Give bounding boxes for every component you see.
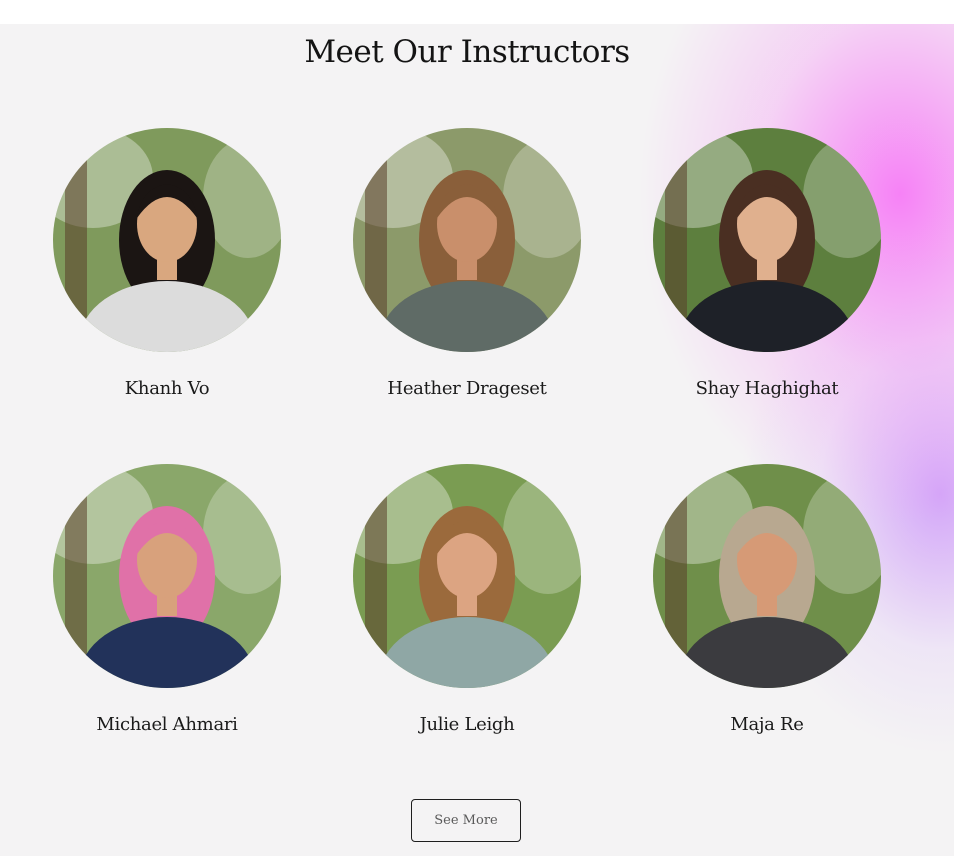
portrait-illustration	[653, 464, 881, 688]
instructor-card[interactable]: Julie Leigh	[353, 464, 581, 735]
section-title: Meet Our Instructors	[304, 34, 630, 70]
instructor-card[interactable]: Maja Re	[653, 464, 881, 735]
portrait-illustration	[653, 128, 881, 352]
portrait-illustration	[53, 128, 281, 352]
instructor-name[interactable]: Julie Leigh	[313, 714, 621, 735]
instructor-photo[interactable]	[53, 128, 281, 352]
instructor-name[interactable]: Maja Re	[613, 714, 921, 735]
instructor-name[interactable]: Michael Ahmari	[13, 714, 321, 735]
instructor-name[interactable]: Shay Haghighat	[613, 378, 921, 399]
portrait-illustration	[353, 464, 581, 688]
portrait-illustration	[353, 128, 581, 352]
instructor-photo[interactable]	[353, 128, 581, 352]
instructor-name[interactable]: Khanh Vo	[13, 378, 321, 399]
instructor-photo[interactable]	[653, 464, 881, 688]
instructor-card[interactable]: Heather Drageset	[353, 128, 581, 399]
instructor-card[interactable]: Michael Ahmari	[53, 464, 281, 735]
instructor-photo[interactable]	[353, 464, 581, 688]
instructor-name[interactable]: Heather Drageset	[313, 378, 621, 399]
instructor-card[interactable]: Khanh Vo	[53, 128, 281, 399]
instructor-card[interactable]: Shay Haghighat	[653, 128, 881, 399]
instructors-section: Meet Our Instructors Khanh Vo Heather Dr…	[0, 24, 954, 856]
instructor-photo[interactable]	[53, 464, 281, 688]
instructor-photo[interactable]	[653, 128, 881, 352]
portrait-illustration	[53, 464, 281, 688]
see-more-button[interactable]: See More	[411, 799, 521, 842]
